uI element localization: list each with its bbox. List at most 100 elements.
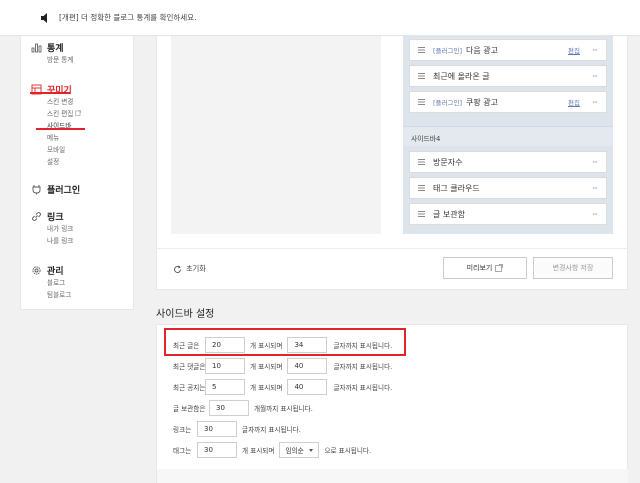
sidebar-item-skin-edit[interactable]: 스킨 편집 [31, 108, 82, 120]
slot-name: 글 보관함 [433, 209, 465, 219]
reset-label: 초기화 [186, 264, 206, 273]
preview-button[interactable]: 미리보기 [443, 257, 527, 279]
setting-archive: 글 보관함은 개월까지 표시됩니다. [173, 400, 313, 416]
group-stats: 통계 방문 통계 [31, 40, 73, 66]
sidebar-item-team-blog[interactable]: 팀블로그 [31, 289, 71, 301]
notice-bar[interactable]: [개편] 더 정확한 블로그 통계를 확인하세요. [0, 0, 640, 36]
setting-recent-comments: 최근 댓글은 개 표시되며 글자까지 표시됩니다. [173, 358, 392, 374]
archive-count-input[interactable] [209, 400, 249, 416]
group-stats-title: 통계 [47, 43, 64, 54]
notice-text[interactable]: [개편] 더 정확한 블로그 통계를 확인하세요. [59, 12, 196, 23]
sidebar-item-links-to-me[interactable]: 나를 링크 [31, 235, 73, 247]
tags-order-select[interactable]: 임의순 [279, 442, 320, 458]
sidebar-slot-recent-posts[interactable]: 최근에 올라온 글 ··· [409, 65, 607, 87]
sidebar-item-blog[interactable]: 블로그 [31, 277, 71, 289]
links-count-input[interactable] [197, 421, 237, 437]
slot-more-icon[interactable]: ··· [592, 184, 598, 193]
drag-handle-icon[interactable] [418, 211, 425, 217]
sidebar-section-header: 사이드바4 [403, 126, 613, 146]
sidebar-section-title: 사이드바4 [411, 135, 441, 143]
plugin-tag: [플러그인] [433, 99, 462, 107]
save-changes-label: 변경사항 저장 [552, 264, 594, 272]
group-stats-header[interactable]: 통계 [31, 40, 73, 54]
recent-comments-label: 최근 댓글은 [173, 363, 206, 371]
plug-icon [32, 184, 41, 194]
external-link-icon [75, 110, 82, 116]
drag-handle-icon[interactable] [418, 99, 425, 105]
group-manage-header[interactable]: 관리 [31, 263, 71, 277]
slot-more-icon[interactable]: ··· [592, 98, 598, 107]
sidebar-item-settings[interactable]: 설정 [31, 156, 81, 168]
group-plugin-title: 플러그인 [47, 185, 81, 196]
preview-label: 미리보기 [466, 264, 493, 272]
group-link-header[interactable]: 링크 [31, 209, 73, 223]
sidebar-slot-tag-cloud[interactable]: 태그 클라우드 ··· [409, 177, 607, 199]
reset-button[interactable]: 초기화 [173, 264, 206, 274]
settings-title: 사이드바 설정 [156, 309, 215, 320]
admin-sidebar: 통계 방문 통계 꾸미기 스킨 변경 스킨 편집 사이드바 메뉴 모바일 설정 … [20, 36, 134, 310]
recent-comments-mid: 개 표시되며 [250, 363, 283, 371]
sidebar-slot-visitors[interactable]: 방문자수 ··· [409, 151, 607, 173]
slot-more-icon[interactable]: ··· [592, 158, 598, 167]
panel-divider [157, 248, 627, 249]
slot-name: 태그 클라우드 [433, 183, 480, 193]
recent-comments-chars-input[interactable] [287, 358, 328, 374]
group-manage-title: 관리 [47, 266, 64, 277]
bar-chart-icon [31, 43, 42, 52]
tags-count-input[interactable] [197, 442, 237, 458]
sidebar-item-menu[interactable]: 메뉴 [31, 132, 81, 144]
slot-more-icon[interactable]: ··· [592, 72, 598, 81]
sidebar-slot-coupang-ad[interactable]: [플러그인] 쿠팡 광고 편집 ··· [409, 91, 607, 113]
decorate-underline [30, 92, 70, 94]
recent-notices-mid: 개 표시되며 [250, 384, 283, 392]
recent-notices-chars-input[interactable] [287, 379, 328, 395]
group-plugin: 플러그인 [31, 182, 80, 196]
recent-notices-suffix: 글자까지 표시됩니다. [333, 384, 393, 392]
sidebar-slot-daum-ad[interactable]: [플러그인] 다음 광고 편집 ··· [409, 39, 607, 61]
link-icon [32, 211, 41, 221]
sidebar-column: [플러그인] 다음 광고 편집 ··· 최근에 올라온 글 ··· [플러그인]… [403, 36, 613, 234]
plugin-tag: [플러그인] [433, 47, 462, 55]
group-decorate: 꾸미기 스킨 변경 스킨 편집 사이드바 메뉴 모바일 설정 [31, 82, 82, 168]
sidebar-item-my-links[interactable]: 내가 링크 [31, 223, 73, 235]
sidebar-item-visit-stats[interactable]: 방문 통계 [31, 54, 73, 66]
slot-name: 최근에 올라온 글 [433, 71, 490, 81]
slot-edit-link[interactable]: 편집 [568, 45, 580, 55]
archive-suffix: 개월까지 표시됩니다. [254, 405, 313, 413]
group-plugin-header[interactable]: 플러그인 [31, 182, 80, 196]
slot-edit-link[interactable]: 편집 [568, 97, 580, 107]
sidebar-slot-archive[interactable]: 글 보관함 ··· [409, 203, 607, 225]
recent-notices-count-input[interactable] [205, 379, 245, 395]
drag-handle-icon[interactable] [418, 73, 425, 79]
sidebar-item-underline [36, 128, 85, 130]
gear-icon [32, 265, 41, 275]
recent-posts-highlight-box [164, 328, 406, 356]
tags-suffix: 으로 표시됩니다. [324, 447, 372, 455]
group-link: 링크 내가 링크 나를 링크 [31, 209, 73, 247]
sidebar-item-sidebar[interactable]: 사이드바 [31, 120, 81, 132]
slot-more-icon[interactable]: ··· [592, 46, 598, 55]
tags-mid: 개 표시되며 [242, 447, 275, 455]
sidebar-item-skin-change[interactable]: 스킨 변경 [31, 96, 81, 108]
tags-order-value: 임의순 [285, 447, 304, 455]
setting-links: 링크는 글자까지 표시됩니다. [173, 421, 301, 437]
sidebar-editor-panel: [플러그인] 다음 광고 편집 ··· 최근에 올라온 글 ··· [플러그인]… [156, 36, 628, 290]
blog-preview-area [171, 36, 381, 234]
save-changes-button[interactable]: 변경사항 저장 [533, 257, 613, 279]
sidebar-item-skin-edit-label: 스킨 편집 [47, 110, 74, 118]
chevron-down-icon [309, 449, 314, 452]
drag-handle-icon[interactable] [418, 185, 425, 191]
recent-comments-suffix: 글자까지 표시됩니다. [333, 363, 393, 371]
setting-recent-notices: 최근 공지는 개 표시되며 글자까지 표시됩니다. [173, 379, 392, 395]
slot-more-icon[interactable]: ··· [592, 210, 598, 219]
group-link-title: 링크 [47, 212, 64, 223]
drag-handle-icon[interactable] [418, 47, 425, 53]
slot-name: 쿠팡 광고 [466, 97, 498, 107]
links-suffix: 글자까지 표시됩니다. [242, 426, 301, 434]
drag-handle-icon[interactable] [418, 159, 425, 165]
group-manage: 관리 블로그 팀블로그 [31, 263, 71, 301]
sidebar-item-mobile[interactable]: 모바일 [31, 144, 81, 156]
recent-notices-label: 최근 공지는 [173, 384, 206, 392]
archive-label: 글 보관함은 [173, 405, 206, 413]
recent-comments-count-input[interactable] [205, 358, 245, 374]
